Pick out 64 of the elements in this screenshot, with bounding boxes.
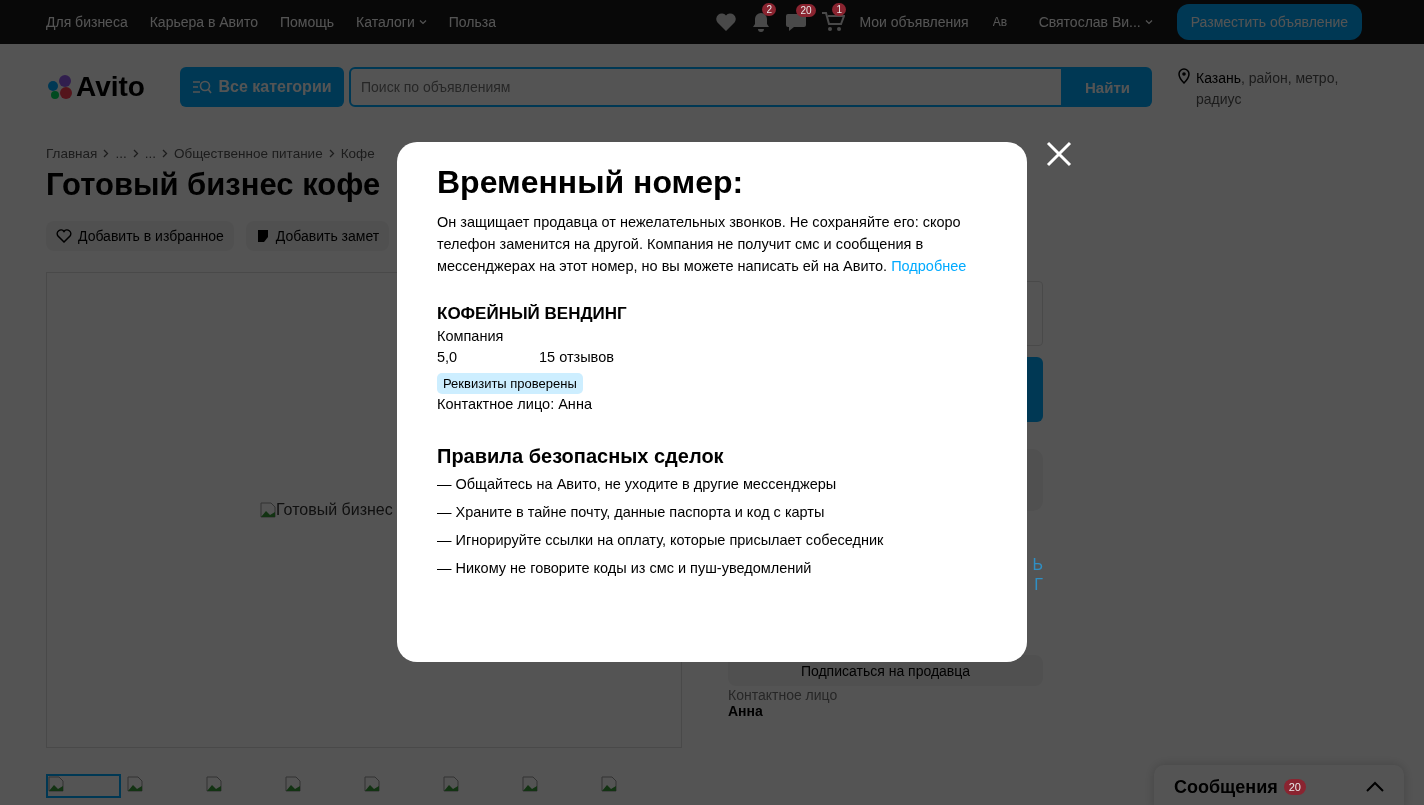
user-menu[interactable]: Святослав Ви...	[1038, 14, 1153, 30]
seller-link[interactable]: Ь	[1032, 555, 1043, 575]
rule-item: — Общайтесь на Авито, не уходите в другие мессенджеры	[437, 476, 838, 494]
message-count: 20	[796, 4, 816, 17]
nav-link[interactable]: Польза	[448, 14, 496, 30]
logo[interactable]: Avito	[46, 71, 180, 103]
my-ads-link[interactable]: Мои объявления	[859, 14, 969, 30]
rule-item: — Игнорируйте ссылки на оплату, которые присылает собеседник	[437, 532, 885, 550]
messenger-panel[interactable]: Сообщения 20	[1154, 765, 1404, 805]
location-pin-icon	[1178, 68, 1190, 84]
chat-icon[interactable]	[785, 12, 808, 32]
breadcrumb-link[interactable]: Кофе	[340, 146, 375, 161]
rule-item: — Никому не говорите коды из смс и пуш-уведомлений	[437, 560, 813, 578]
image-alt-text: Готовый бизнес	[276, 501, 393, 519]
contact-name: Анна	[728, 703, 764, 719]
search-button[interactable]: Найти	[1063, 67, 1152, 107]
more-link[interactable]: Подробнее	[891, 258, 967, 274]
seller-rating: 5,0	[437, 348, 459, 367]
dots-icon	[46, 74, 74, 100]
breadcrumb-link[interactable]: Главная	[46, 146, 98, 161]
nav-link[interactable]: Карьера в Авито	[149, 14, 258, 30]
seller-name: КОФЕЙНЫЙ ВЕНДИНГ	[437, 303, 627, 324]
seller-link[interactable]: Г	[1034, 575, 1043, 595]
caret-icon	[1144, 19, 1153, 25]
thumbnail[interactable]	[46, 774, 121, 798]
note-icon	[255, 229, 270, 243]
nav-link[interactable]: Каталоги	[356, 14, 427, 30]
action-button[interactable]: Добавить замет	[245, 221, 390, 251]
bell-icon[interactable]	[751, 11, 772, 33]
heart-icon[interactable]	[715, 12, 738, 32]
chevron-icon	[161, 149, 168, 158]
post-ad-button[interactable]: Разместить объявление	[1176, 4, 1362, 40]
location-text[interactable]: Казань, район, метро, радиус	[1196, 68, 1356, 110]
heart-icon	[56, 229, 72, 243]
chevron-icon[interactable]	[1366, 781, 1384, 793]
breadcrumb-link[interactable]: Общественное питание	[173, 146, 323, 161]
chevron-icon	[132, 149, 139, 158]
close-icon[interactable]	[1046, 141, 1072, 167]
logo-text: Avito	[76, 71, 145, 103]
messenger-title: Сообщения	[1174, 776, 1278, 798]
nav-link[interactable]: Для бизнеса	[46, 14, 128, 30]
review-count: 15 отзывов	[539, 348, 614, 367]
modal-text: Он защищает продавца от нежелательных звонков. Не сохраняйте его: скоро телефон заменится на другой. Компания не получит смс и сообщения в мессенджерах на этот номер, но вы можете написать ей на Авито. Подробнее	[437, 213, 967, 276]
avatar-alt-text[interactable]: Ав	[992, 15, 1025, 29]
verified-badge: Реквизиты проверены	[437, 373, 583, 394]
cart-icon[interactable]	[821, 11, 846, 33]
action-button[interactable]: Добавить в избранное	[46, 221, 234, 251]
contact-person: Контактное лицо: Анна	[437, 395, 592, 414]
search-icon	[192, 79, 213, 95]
listing-title: Готовый бизнес кофе	[46, 167, 381, 204]
message-count: 20	[1283, 779, 1306, 795]
cart-count: 1	[832, 3, 846, 16]
rule-item: — Храните в тайне почту, данные паспорта и код с карты	[437, 504, 826, 522]
chevron-icon	[328, 149, 335, 158]
modal-title: Временный номер:	[437, 164, 745, 201]
rules-title: Правила безопасных сделок	[437, 445, 725, 468]
breadcrumb-link[interactable]: ...	[115, 146, 127, 161]
all-categories-button[interactable]: Все категории	[180, 67, 344, 107]
chevron-icon	[103, 149, 110, 158]
breadcrumb-link[interactable]: ...	[144, 146, 156, 161]
nav-link[interactable]: Помощь	[279, 14, 334, 30]
seller-type: Компания	[437, 327, 504, 346]
broken-image-icon	[260, 502, 276, 518]
notification-count: 2	[762, 3, 776, 16]
